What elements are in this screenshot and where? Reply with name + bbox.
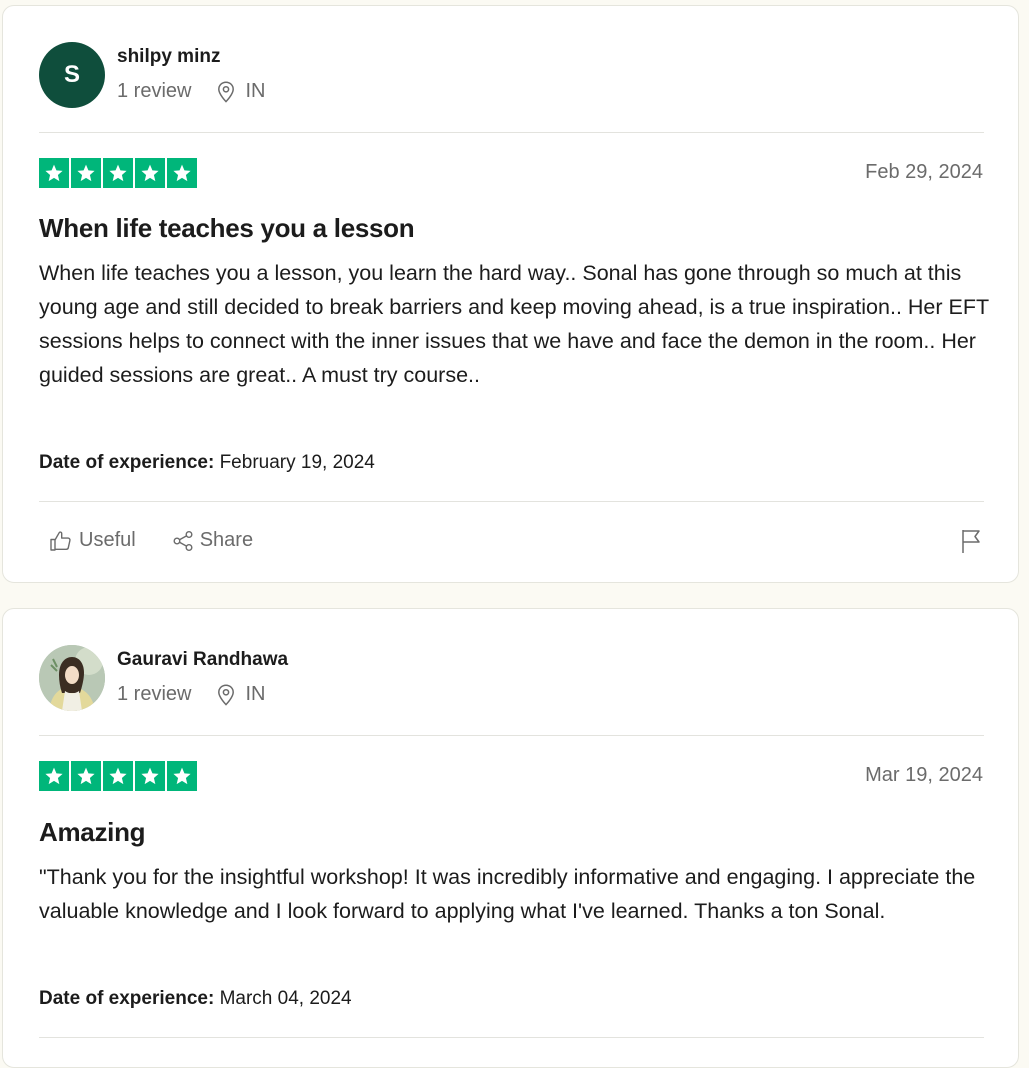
review-date: Mar 19, 2024: [865, 764, 983, 786]
star-icon: [71, 761, 101, 791]
review-title[interactable]: Amazing: [39, 817, 146, 848]
experience-date: March 04, 2024: [219, 988, 352, 1009]
avatar[interactable]: [39, 645, 105, 711]
reviewer-name[interactable]: Gauravi Randhawa: [117, 649, 288, 671]
divider: [39, 132, 984, 133]
location-pin-icon: [218, 683, 235, 706]
useful-label: Useful: [79, 529, 136, 551]
experience-label: Date of experience:: [39, 452, 215, 473]
divider: [39, 735, 984, 736]
star-rating: [39, 158, 197, 188]
star-icon: [135, 761, 165, 791]
star-icon: [135, 158, 165, 188]
avatar[interactable]: S: [39, 42, 105, 108]
star-icon: [103, 761, 133, 791]
star-icon: [103, 158, 133, 188]
reviewer-location: IN: [217, 683, 265, 706]
reviewer-name[interactable]: shilpy minz: [117, 46, 220, 68]
reviewer-meta: 1 review IN: [117, 80, 265, 103]
avatar-initial: S: [63, 61, 80, 88]
review-body: "Thank you for the insightful workshop! …: [39, 865, 976, 923]
review-title[interactable]: When life teaches you a lesson: [39, 213, 415, 244]
share-button[interactable]: Share: [172, 529, 253, 552]
useful-button[interactable]: Useful: [49, 529, 136, 552]
share-label: Share: [199, 529, 254, 551]
flag-icon: [962, 530, 980, 553]
star-icon: [71, 158, 101, 188]
review-actions: Useful Share: [49, 529, 253, 552]
star-icon: [167, 761, 197, 791]
reviewer-location: IN: [217, 80, 265, 103]
location-pin-icon: [218, 80, 235, 103]
review-count: 1 review: [117, 683, 192, 705]
date-of-experience: Date of experience: February 19, 2024: [39, 452, 375, 474]
experience-label: Date of experience:: [39, 988, 215, 1009]
country-code: IN: [245, 683, 266, 705]
share-icon: [173, 530, 193, 551]
date-of-experience: Date of experience: March 04, 2024: [39, 988, 352, 1010]
reviewer-meta: 1 review IN: [117, 683, 265, 706]
divider: [39, 1037, 984, 1038]
review-body: When life teaches you a lesson, you lear…: [39, 261, 989, 387]
review-count: 1 review: [117, 80, 192, 102]
star-icon: [39, 761, 69, 791]
experience-date: February 19, 2024: [219, 452, 375, 473]
star-icon: [39, 158, 69, 188]
review-date: Feb 29, 2024: [865, 161, 983, 183]
star-icon: [167, 158, 197, 188]
divider: [39, 501, 984, 502]
report-button[interactable]: [960, 528, 984, 559]
review-card: Gauravi Randhawa 1 review IN Mar 19, 202…: [2, 608, 1019, 1068]
country-code: IN: [245, 80, 266, 102]
review-card: S shilpy minz 1 review IN Feb 29, 2024 W…: [2, 5, 1019, 583]
thumbs-up-icon: [50, 530, 71, 551]
avatar-portrait-image: [39, 645, 105, 711]
star-rating: [39, 761, 197, 791]
